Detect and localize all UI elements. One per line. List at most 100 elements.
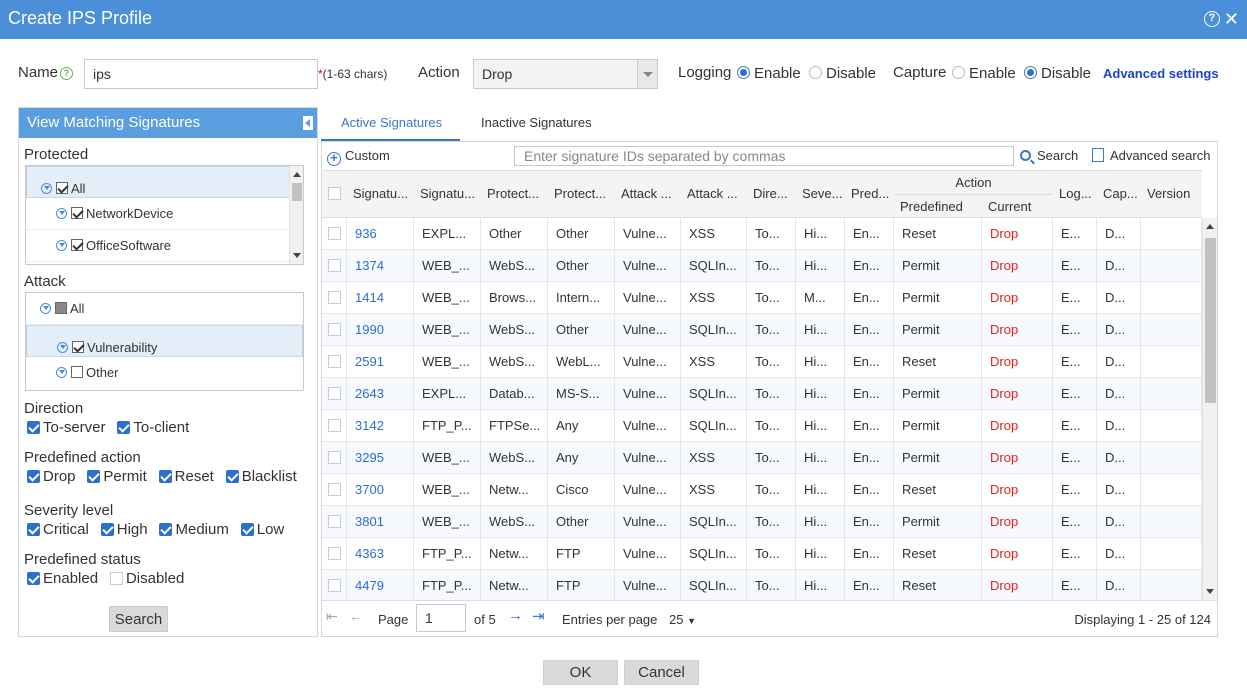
- name-input[interactable]: ips: [84, 59, 318, 89]
- protected-tree-scrollbar[interactable]: [289, 166, 303, 264]
- checkbox-checked[interactable]: [27, 421, 40, 434]
- col-action-predefined[interactable]: Predefined: [894, 195, 982, 219]
- action-blacklist-option[interactable]: Blacklist: [225, 468, 297, 485]
- expand-icon[interactable]: [56, 367, 67, 378]
- action-select[interactable]: Drop: [473, 59, 658, 89]
- row-checkbox[interactable]: [328, 227, 341, 240]
- col-attack-1[interactable]: Attack ...: [615, 171, 681, 219]
- tree-item-office-software[interactable]: OfficeSoftware: [26, 230, 303, 262]
- cell-signature-id[interactable]: 1990: [347, 314, 414, 346]
- filter-search-button[interactable]: Search: [109, 606, 168, 632]
- col-direction[interactable]: Dire...: [747, 171, 796, 219]
- action-drop-option[interactable]: Drop: [27, 468, 76, 485]
- col-attack-2[interactable]: Attack ...: [681, 171, 747, 219]
- table-row[interactable]: 1374 WEB_... WebS... Other Vulne... SQLIn... T…: [322, 250, 1202, 282]
- checkbox-unchecked[interactable]: [71, 366, 83, 378]
- expand-icon[interactable]: [57, 342, 68, 353]
- table-row[interactable]: 936 EXPL... Other Other Vulne... XSS To... Hi..…: [322, 218, 1202, 250]
- capture-enable-radio[interactable]: Enable: [952, 65, 1016, 82]
- capture-disable-radio[interactable]: Disable: [1024, 65, 1091, 82]
- cell-signature-id[interactable]: 4479: [347, 570, 414, 600]
- action-reset-option[interactable]: Reset: [158, 468, 214, 485]
- table-row[interactable]: 1990 WEB_... WebS... Other Vulne... SQLIn... T…: [322, 314, 1202, 346]
- table-row[interactable]: 2591 WEB_... WebS... WebL... Vulne... XSS To..…: [322, 346, 1202, 378]
- scroll-down-icon[interactable]: [293, 253, 301, 258]
- scroll-thumb[interactable]: [1205, 238, 1216, 403]
- checkbox-unchecked[interactable]: [109, 572, 123, 585]
- checkbox-checked[interactable]: [71, 207, 83, 219]
- col-version[interactable]: Version: [1141, 171, 1201, 219]
- ok-button[interactable]: OK: [543, 660, 618, 685]
- col-protected-1[interactable]: Protect...: [481, 171, 547, 219]
- checkbox-checked[interactable]: [27, 470, 40, 483]
- cell-signature-id[interactable]: 3295: [347, 442, 414, 474]
- checkbox-checked[interactable]: [27, 572, 40, 585]
- signature-id-search-input[interactable]: Enter signature IDs separated by commas: [514, 146, 1014, 166]
- col-severity[interactable]: Seve...: [796, 171, 845, 219]
- next-page-icon[interactable]: →: [508, 607, 523, 624]
- cell-signature-id[interactable]: 936: [347, 218, 414, 250]
- cancel-button[interactable]: Cancel: [624, 660, 699, 685]
- logging-enable-radio[interactable]: Enable: [737, 65, 801, 82]
- row-checkbox[interactable]: [328, 483, 341, 496]
- tree-item-other[interactable]: Other: [26, 357, 303, 389]
- table-row[interactable]: 3700 WEB_... Netw... Cisco Vulne... XSS To... H…: [322, 474, 1202, 506]
- cell-signature-id[interactable]: 2643: [347, 378, 414, 410]
- status-enabled[interactable]: Enabled: [27, 570, 98, 587]
- col-protected-2[interactable]: Protect...: [548, 171, 614, 219]
- checkbox-checked[interactable]: [72, 341, 84, 353]
- collapse-panel-icon[interactable]: [303, 116, 313, 130]
- row-checkbox[interactable]: [328, 579, 341, 592]
- cell-signature-id[interactable]: 3700: [347, 474, 414, 506]
- scroll-thumb[interactable]: [292, 183, 302, 201]
- tab-inactive-signatures[interactable]: Inactive Signatures: [481, 115, 592, 130]
- severity-low[interactable]: Low: [240, 521, 284, 538]
- help-icon[interactable]: ?: [1203, 11, 1220, 27]
- col-action-current[interactable]: Current: [982, 195, 1053, 219]
- severity-high[interactable]: High: [100, 521, 148, 538]
- cell-signature-id[interactable]: 1374: [347, 250, 414, 282]
- table-row[interactable]: 1414 WEB_... Brows... Intern... Vulne... XSS T…: [322, 282, 1202, 314]
- row-checkbox[interactable]: [328, 547, 341, 560]
- scroll-up-icon[interactable]: [293, 172, 301, 177]
- tree-item-protected-all[interactable]: All: [26, 166, 303, 198]
- checkbox-checked[interactable]: [87, 470, 101, 483]
- table-row[interactable]: 4363 FTP_P... Netw... FTP Vulne... SQLIn... To…: [322, 538, 1202, 570]
- previous-page-icon[interactable]: ←: [349, 608, 363, 624]
- severity-medium[interactable]: Medium: [159, 521, 229, 538]
- checkbox-checked[interactable]: [159, 523, 173, 536]
- col-signature-id[interactable]: Signatu...: [347, 171, 413, 219]
- cell-signature-id[interactable]: 4363: [347, 538, 414, 570]
- advanced-settings-link[interactable]: Advanced settings: [1103, 66, 1219, 81]
- col-capture[interactable]: Cap...: [1097, 171, 1141, 219]
- entries-per-page-select[interactable]: 25 ▼: [669, 612, 696, 627]
- expand-icon[interactable]: [56, 240, 67, 251]
- status-disabled[interactable]: Disabled: [109, 570, 184, 587]
- checkbox-checked[interactable]: [158, 470, 172, 483]
- page-number-input[interactable]: 1: [416, 604, 466, 632]
- severity-critical[interactable]: Critical: [27, 521, 89, 538]
- tree-item-attack-all[interactable]: All: [26, 293, 303, 325]
- cell-signature-id[interactable]: 3142: [347, 410, 414, 442]
- direction-to-server[interactable]: To-server: [27, 419, 106, 436]
- grid-scrollbar[interactable]: [1202, 218, 1217, 600]
- row-checkbox[interactable]: [328, 387, 341, 400]
- direction-to-client[interactable]: To-client: [117, 419, 189, 436]
- scroll-up-icon[interactable]: [1206, 224, 1214, 229]
- advanced-search-button[interactable]: Advanced search: [1092, 148, 1210, 163]
- table-row[interactable]: 4479 FTP_P... Netw... FTP Vulne... SQLIn... To…: [322, 570, 1202, 600]
- close-icon[interactable]: ✕: [1224, 10, 1239, 28]
- tree-item-vulnerability[interactable]: Vulnerability: [26, 325, 303, 357]
- checkbox-checked[interactable]: [100, 523, 114, 536]
- table-row[interactable]: 3142 FTP_P... FTPSe... Any Vulne... SQLIn... T…: [322, 410, 1202, 442]
- checkbox-checked[interactable]: [71, 239, 83, 251]
- checkbox-checked[interactable]: [117, 421, 131, 434]
- expand-icon[interactable]: [56, 208, 67, 219]
- checkbox-checked[interactable]: [27, 523, 40, 536]
- table-row[interactable]: 3295 WEB_... WebS... Any Vulne... XSS To... Hi.…: [322, 442, 1202, 474]
- row-checkbox[interactable]: [328, 291, 341, 304]
- last-page-icon[interactable]: ⇥: [532, 607, 545, 625]
- action-permit-option[interactable]: Permit: [87, 468, 147, 485]
- row-checkbox[interactable]: [328, 451, 341, 464]
- select-all-checkbox[interactable]: [328, 187, 341, 200]
